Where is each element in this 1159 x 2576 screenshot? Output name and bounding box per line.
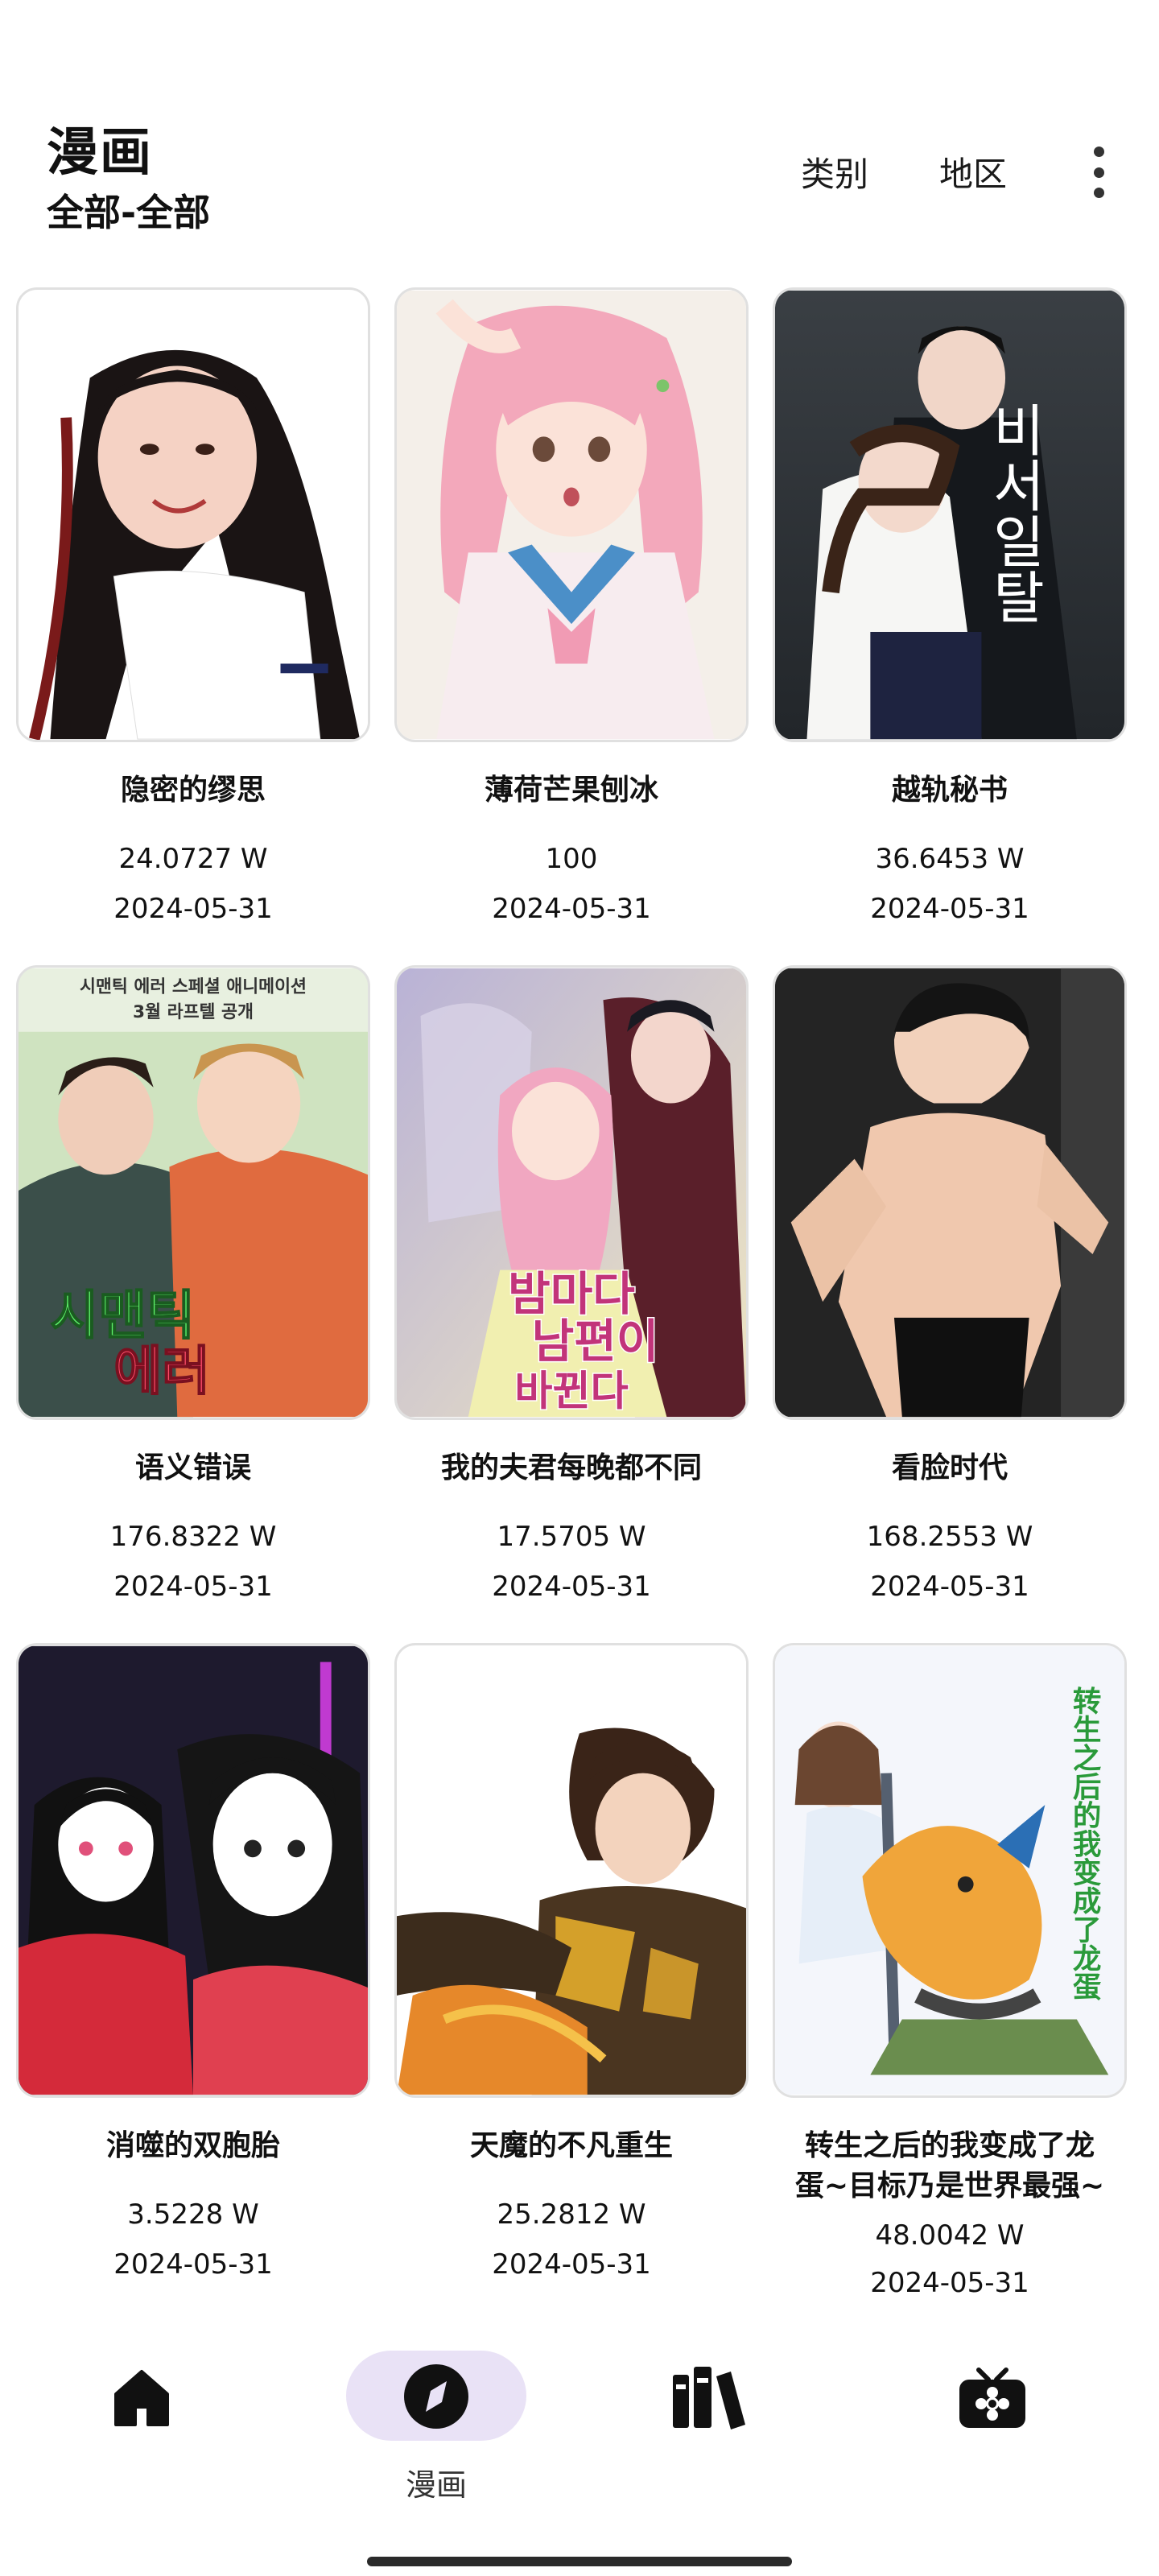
comic-date: 2024-05-31 <box>492 2248 651 2281</box>
comic-views: 24.0727 W <box>118 843 268 875</box>
comic-title: 我的夫君每晚都不同 <box>440 1451 702 1484</box>
comic-date: 2024-05-31 <box>113 1571 273 1603</box>
comic-cover <box>394 287 749 742</box>
cover-title-vertical: 转生之后的我变成了龙蛋 <box>1068 1686 1101 2000</box>
comic-title: 天魔的不凡重生 <box>469 2129 673 2162</box>
cover-title-line1: 밤마다 <box>508 1268 635 1321</box>
comic-title: 越轨秘书 <box>891 774 1008 807</box>
cover-illustration-girl-dark-hair <box>19 290 368 740</box>
nav-channel[interactable] <box>900 2341 1093 2502</box>
cover-title-line2: 에러 <box>113 1342 210 1402</box>
comic-date: 2024-05-31 <box>113 893 273 925</box>
cover-illustration-two-boys: 시맨틱 에러 스페셜 애니메이션 3월 라프텔 공개 시맨틱 에러 <box>19 968 368 1418</box>
gesture-navigation-handle[interactable] <box>367 2557 792 2566</box>
comic-date: 2024-05-31 <box>870 893 1029 925</box>
comic-views: 36.6453 W <box>875 843 1025 875</box>
comic-card[interactable]: 薄荷芒果刨冰 100 2024-05-31 <box>394 287 749 964</box>
scroll-fade <box>0 2312 1159 2341</box>
comic-cover <box>773 965 1127 1420</box>
comic-card[interactable]: 看脸时代 168.2553 W 2024-05-31 <box>773 965 1127 1641</box>
cover-title-korean: 비서일탈 <box>981 402 1046 624</box>
cover-illustration-office-couple: 비서일탈 <box>775 290 1124 740</box>
cover-illustration-boy-leaning <box>775 968 1124 1418</box>
nav-home[interactable] <box>45 2341 238 2502</box>
comic-browse-screen: 漫画 全部-全部 类别 地区 隐密的缪思 24.0727 W 2024-05-3… <box>0 0 1159 2576</box>
cover-title-line1: 시맨틱 <box>50 1286 195 1347</box>
comic-views: 100 <box>545 843 598 875</box>
page-title: 漫画 <box>47 123 153 183</box>
comic-views: 17.5705 W <box>497 1521 646 1553</box>
comic-date: 2024-05-31 <box>492 1571 651 1603</box>
bookshelf-icon <box>673 2367 745 2429</box>
comic-date: 2024-05-31 <box>870 2267 1029 2299</box>
comic-cover: 밤마다 남편이 바뀐다 <box>394 965 749 1420</box>
comic-card[interactable]: 消噬的双胞胎 3.5228 W 2024-05-31 <box>16 1643 370 2319</box>
cover-title-line2: 남편이 <box>532 1315 659 1368</box>
region-filter-button[interactable]: 地区 <box>939 147 1007 196</box>
comic-views: 48.0042 W <box>875 2219 1025 2252</box>
compass-icon <box>404 2364 468 2429</box>
comic-title-line1: 转生之后的我变成了龙 <box>804 2129 1095 2162</box>
comic-title: 消噬的双胞胎 <box>105 2129 280 2162</box>
nav-bookshelf[interactable] <box>612 2341 805 2502</box>
comic-views: 176.8322 W <box>109 1521 277 1553</box>
comic-cover: 转生之后的我变成了龙蛋 <box>773 1643 1127 2098</box>
comic-views: 25.2812 W <box>497 2198 646 2231</box>
tv-flower-icon <box>959 2368 1025 2428</box>
comic-card[interactable]: 밤마다 남편이 바뀐다 我的夫君每晚都不同 17.5705 W 2024-05-… <box>394 965 749 1641</box>
comic-views: 3.5228 W <box>127 2198 259 2231</box>
nav-comics-label[interactable]: 漫画 <box>346 2460 526 2504</box>
bottom-navigation-bar: 漫画 <box>0 2341 1159 2576</box>
more-vert-icon <box>1093 147 1104 157</box>
comic-title: 转生之后的我变成了龙 蛋~目标乃是世界最强~ <box>773 2126 1127 2207</box>
more-options-button[interactable] <box>1083 147 1115 198</box>
cover-illustration-armored-warrior <box>397 1645 746 2095</box>
comic-date: 2024-05-31 <box>113 2248 273 2281</box>
comic-cover <box>16 287 370 742</box>
comic-card[interactable]: 天魔的不凡重生 25.2812 W 2024-05-31 <box>394 1643 749 2319</box>
comic-title: 语义错误 <box>134 1451 251 1484</box>
cover-sub-caption: 3월 라프텔 공개 <box>133 1002 254 1022</box>
comic-date: 2024-05-31 <box>492 893 651 925</box>
comic-title: 薄荷芒果刨冰 <box>484 774 658 807</box>
comic-cover <box>394 1643 749 2098</box>
cover-illustration-dragon-egg-novel: 转生之后的我变成了龙蛋 <box>775 1645 1124 2095</box>
comic-cover <box>16 1643 370 2098</box>
comic-cover: 비서일탈 <box>773 287 1127 742</box>
comic-title: 看脸时代 <box>891 1451 1008 1484</box>
category-filter-button[interactable]: 类别 <box>801 147 868 196</box>
comic-views: 168.2553 W <box>866 1521 1033 1553</box>
cover-top-caption: 시맨틱 에러 스페셜 애니메이션 <box>80 976 307 997</box>
filter-summary: 全部-全部 <box>47 191 211 234</box>
comic-cover: 시맨틱 에러 스페셜 애니메이션 3월 라프텔 공개 시맨틱 에러 <box>16 965 370 1420</box>
cover-illustration-pink-hair-girl <box>397 290 746 740</box>
top-app-bar: 漫画 全部-全部 类别 地区 <box>0 0 1159 266</box>
cover-illustration-twin-girls <box>19 1645 368 2095</box>
comic-card[interactable]: 비서일탈 越轨秘书 36.6453 W 2024-05-31 <box>773 287 1127 964</box>
comic-title: 隐密的缪思 <box>120 774 266 807</box>
comic-date: 2024-05-31 <box>870 1571 1029 1603</box>
home-icon <box>114 2370 169 2426</box>
comic-card[interactable]: 시맨틱 에러 스페셜 애니메이션 3월 라프텔 공개 시맨틱 에러 语义错误 1… <box>16 965 370 1641</box>
cover-illustration-princess-two-men: 밤마다 남편이 바뀐다 <box>397 968 746 1418</box>
comic-card[interactable]: 隐密的缪思 24.0727 W 2024-05-31 <box>16 287 370 964</box>
comic-title-line2: 蛋~目标乃是世界最强~ <box>794 2169 1105 2202</box>
comic-card[interactable]: 转生之后的我变成了龙蛋 转生之后的我变成了龙 蛋~目标乃是世界最强~ 48.00… <box>773 1643 1127 2319</box>
cover-title-line3: 바뀐다 <box>514 1367 629 1415</box>
